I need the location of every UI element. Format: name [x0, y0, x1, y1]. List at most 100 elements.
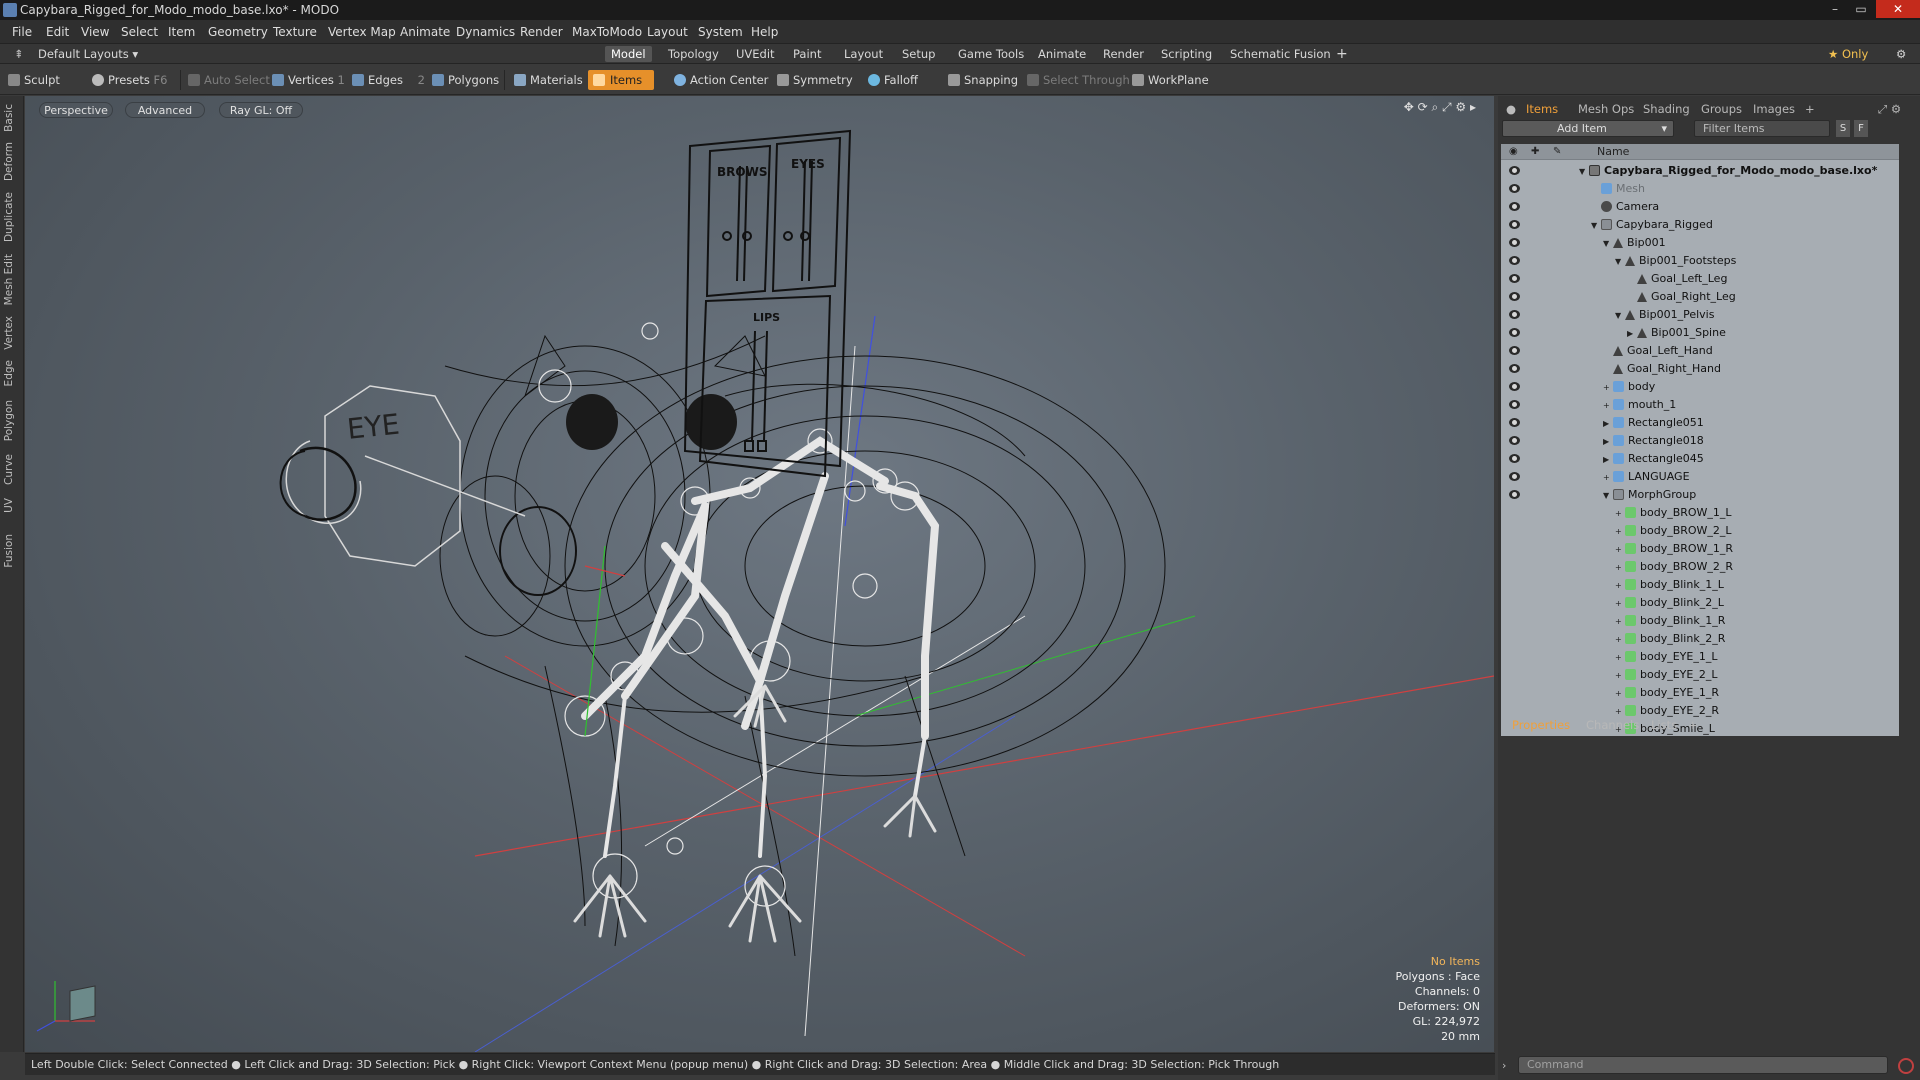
- expand-arrow-icon[interactable]: +: [1615, 667, 1625, 685]
- visibility-eye-icon[interactable]: [1509, 490, 1520, 499]
- expand-arrow-icon[interactable]: +: [1615, 523, 1625, 541]
- panel-tab-shading[interactable]: Shading: [1643, 102, 1690, 116]
- tree-item[interactable]: + body_EYE_1_L: [1501, 648, 1899, 666]
- layout-tab-scripting[interactable]: Scripting: [1155, 46, 1218, 62]
- visibility-eye-icon[interactable]: [1509, 472, 1520, 481]
- items-button[interactable]: Items: [588, 70, 655, 90]
- visibility-eye-icon[interactable]: [1509, 364, 1520, 373]
- name-column-header[interactable]: Name: [1597, 145, 1629, 158]
- layout-tab-game-tools[interactable]: Game Tools: [952, 46, 1030, 62]
- expand-arrow-icon[interactable]: ▶: [1603, 415, 1613, 433]
- tree-item[interactable]: + body_BROW_1_R: [1501, 540, 1899, 558]
- menu-geometry[interactable]: Geometry: [208, 25, 268, 39]
- visibility-eye-icon[interactable]: [1509, 238, 1520, 247]
- visibility-eye-icon[interactable]: [1509, 292, 1520, 301]
- tree-item[interactable]: ▼ Capybara_Rigged_for_Modo_modo_base.lxo*: [1501, 162, 1899, 180]
- panel-tab-properties[interactable]: Properties: [1512, 718, 1570, 732]
- add-item-dropdown[interactable]: Add Item ▾: [1502, 120, 1674, 137]
- falloff-button[interactable]: Falloff: [866, 70, 918, 90]
- tree-item[interactable]: Goal_Left_Leg: [1501, 270, 1899, 288]
- vtab-basic[interactable]: Basic: [3, 104, 21, 132]
- menu-file[interactable]: File: [12, 25, 32, 39]
- select-through-button[interactable]: Select Through: [1025, 70, 1130, 90]
- visibility-eye-icon[interactable]: [1509, 256, 1520, 265]
- menu-texture[interactable]: Texture: [273, 25, 317, 39]
- visibility-eye-icon[interactable]: [1509, 346, 1520, 355]
- filter-items-input[interactable]: Filter Items: [1694, 120, 1830, 137]
- tree-item[interactable]: + body_BROW_2_R: [1501, 558, 1899, 576]
- tree-item[interactable]: + body_EYE_2_L: [1501, 666, 1899, 684]
- expand-arrow-icon[interactable]: +: [1615, 685, 1625, 703]
- command-record-icon[interactable]: [1898, 1058, 1914, 1074]
- tree-item[interactable]: + body_BROW_1_L: [1501, 504, 1899, 522]
- tree-item[interactable]: Camera: [1501, 198, 1899, 216]
- menu-render[interactable]: Render: [520, 25, 563, 39]
- expand-arrow-icon[interactable]: +: [1603, 469, 1613, 487]
- tree-item[interactable]: ▼ Bip001: [1501, 234, 1899, 252]
- menu-system[interactable]: System: [698, 25, 743, 39]
- visibility-eye-icon[interactable]: [1509, 400, 1520, 409]
- layout-tab-layout[interactable]: Layout: [838, 46, 889, 62]
- presets-button[interactable]: Presets F6: [90, 70, 167, 90]
- panel-expand-icon[interactable]: ⤢ ⚙: [1878, 102, 1901, 117]
- polygons-button[interactable]: Polygons: [430, 70, 499, 90]
- tree-item[interactable]: ▼ MorphGroup: [1501, 486, 1899, 504]
- expand-arrow-icon[interactable]: +: [1615, 505, 1625, 523]
- expand-arrow-icon[interactable]: +: [1615, 595, 1625, 613]
- tree-item[interactable]: Goal_Left_Hand: [1501, 342, 1899, 360]
- tree-item[interactable]: ▼ Bip001_Pelvis: [1501, 306, 1899, 324]
- filter-s-button[interactable]: S: [1836, 120, 1850, 137]
- visibility-eye-icon[interactable]: [1509, 202, 1520, 211]
- menu-animate[interactable]: Animate: [400, 25, 450, 39]
- expand-arrow-icon[interactable]: +: [1615, 631, 1625, 649]
- panel-tab-mesh-ops[interactable]: Mesh Ops: [1578, 102, 1634, 116]
- layout-tab-setup[interactable]: Setup: [896, 46, 941, 62]
- tree-item[interactable]: Goal_Right_Hand: [1501, 360, 1899, 378]
- auto-select-button[interactable]: Auto Select: [186, 70, 270, 90]
- visibility-eye-icon[interactable]: [1509, 166, 1520, 175]
- maximize-button[interactable]: ▭: [1848, 0, 1874, 18]
- visibility-eye-icon[interactable]: [1509, 382, 1520, 391]
- filter-f-button[interactable]: F: [1854, 120, 1868, 137]
- menu-vertex-map[interactable]: Vertex Map: [328, 25, 396, 39]
- visibility-eye-icon[interactable]: [1509, 418, 1520, 427]
- expand-arrow-icon[interactable]: ▶: [1603, 433, 1613, 451]
- layout-preset-dropdown[interactable]: Default Layouts ▾: [32, 46, 144, 62]
- expand-arrow-icon[interactable]: ▶: [1627, 325, 1637, 343]
- layout-tab-model[interactable]: Model: [605, 46, 652, 62]
- menu-help[interactable]: Help: [751, 25, 778, 39]
- close-button[interactable]: ✕: [1876, 0, 1920, 18]
- tree-item[interactable]: + mouth_1: [1501, 396, 1899, 414]
- add-layout-tab-button[interactable]: +: [1330, 46, 1354, 62]
- layout-tab-paint[interactable]: Paint: [787, 46, 827, 62]
- vtab-curve[interactable]: Curve: [3, 454, 21, 485]
- expand-arrow-icon[interactable]: +: [1615, 577, 1625, 595]
- vtab-fusion[interactable]: Fusion: [3, 534, 21, 568]
- tree-item[interactable]: ▶ Bip001_Spine: [1501, 324, 1899, 342]
- tree-item[interactable]: ▼ Bip001_Footsteps: [1501, 252, 1899, 270]
- layout-tab-animate[interactable]: Animate: [1032, 46, 1092, 62]
- expand-arrow-icon[interactable]: +: [1603, 379, 1613, 397]
- tree-item[interactable]: + body_Blink_1_L: [1501, 576, 1899, 594]
- expand-arrow-icon[interactable]: ▼: [1615, 307, 1625, 325]
- panel-tab-channels[interactable]: Channels: [1586, 718, 1639, 732]
- vtab-polygon[interactable]: Polygon: [3, 400, 21, 441]
- visibility-eye-icon[interactable]: [1509, 184, 1520, 193]
- expand-arrow-icon[interactable]: +: [1615, 541, 1625, 559]
- action-center-button[interactable]: Action Center: [672, 70, 768, 90]
- vtab-mesh-edit[interactable]: Mesh Edit: [3, 254, 21, 305]
- visibility-eye-icon[interactable]: [1509, 220, 1520, 229]
- tree-item[interactable]: + LANGUAGE: [1501, 468, 1899, 486]
- visibility-eye-icon[interactable]: [1509, 436, 1520, 445]
- panel-tab-groups[interactable]: Groups: [1701, 102, 1742, 116]
- layout-collapse-icon[interactable]: ⇞: [8, 46, 30, 62]
- tree-item[interactable]: ▶ Rectangle045: [1501, 450, 1899, 468]
- tree-item[interactable]: + body_Blink_2_L: [1501, 594, 1899, 612]
- menu-dynamics[interactable]: Dynamics: [456, 25, 515, 39]
- tree-item[interactable]: + body_EYE_1_R: [1501, 684, 1899, 702]
- 3d-viewport[interactable]: Perspective Advanced Ray GL: Off ✥ ⟳ ⌕ ⤢…: [25, 96, 1494, 1052]
- vtab-uv[interactable]: UV: [3, 498, 21, 513]
- menu-view[interactable]: View: [81, 25, 109, 39]
- minimize-button[interactable]: –: [1822, 0, 1848, 18]
- expand-arrow-icon[interactable]: +: [1615, 559, 1625, 577]
